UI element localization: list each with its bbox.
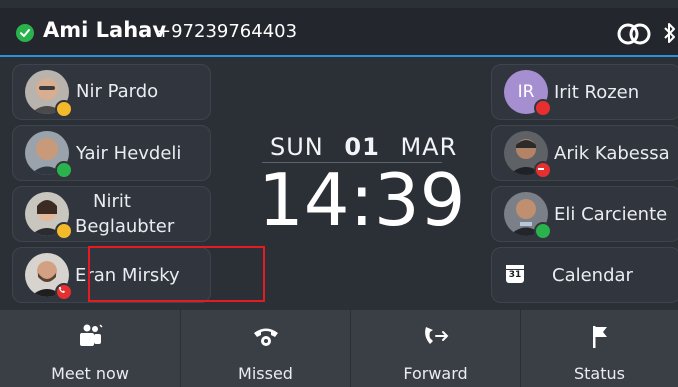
top-status-bar: Ami Lahav +97239764403 (0, 8, 678, 57)
presence-on-call-icon (55, 283, 73, 301)
status-label: Status (574, 364, 625, 383)
contact-name-line2: Beglaubter (75, 216, 175, 237)
speed-dial-nir-pardo[interactable]: Nir Pardo (12, 64, 211, 120)
speed-dial-yair-hevdeli[interactable]: Yair Hevdeli (12, 125, 211, 181)
phone-handset-icon (253, 328, 278, 346)
contact-name: Nir Pardo (76, 81, 159, 102)
missed-calls-label: Missed (238, 364, 293, 383)
calendar-button[interactable]: 31 Calendar (491, 247, 678, 303)
softkey-bar: Meet now Missed Forward Status (0, 310, 678, 387)
contact-name: Arik Kabessa (554, 143, 670, 164)
calendar-icon: 31 (506, 265, 524, 283)
calendar-icon-day: 31 (508, 270, 522, 280)
presence-available-icon (534, 222, 552, 240)
presence-do-not-disturb-icon (534, 161, 552, 179)
user-name: Ami Lahav (43, 18, 167, 42)
speed-dial-arik-kabessa[interactable]: Arik Kabessa (491, 125, 678, 181)
time-display: 14:39 (258, 158, 466, 242)
linked-rings-icon[interactable] (616, 23, 654, 45)
calendar-label: Calendar (552, 265, 633, 286)
forward-button[interactable]: Forward (351, 310, 521, 387)
presence-busy-icon (534, 99, 552, 117)
presence-away-icon (55, 100, 73, 118)
flag-icon (592, 326, 607, 348)
presence-away-icon (55, 222, 73, 240)
day: 01 (344, 133, 380, 161)
meet-now-button[interactable]: Meet now (0, 310, 181, 387)
contact-name: Yair Hevdeli (76, 143, 182, 164)
contact-name-line1: Nirit (93, 191, 131, 212)
contact-name: Eli Carciente (554, 204, 668, 225)
speed-dial-eli-carciente[interactable]: Eli Carciente (491, 186, 678, 242)
contact-name: Irit Rozen (554, 82, 640, 103)
teams-icon (80, 324, 103, 346)
missed-calls-button[interactable]: Missed (181, 310, 351, 387)
weekday: SUN (270, 133, 324, 161)
date-display: SUN 01 MAR (270, 133, 456, 161)
presence-available-icon[interactable] (16, 24, 34, 42)
focus-highlight (88, 246, 265, 302)
forward-label: Forward (403, 364, 468, 383)
status-button[interactable]: Status (521, 310, 678, 387)
presence-available-icon (55, 161, 73, 179)
bluetooth-icon (664, 23, 675, 43)
speed-dial-nirit-beglaubter[interactable]: Nirit Beglaubter (12, 186, 211, 242)
user-number: +97239764403 (156, 21, 298, 42)
speed-dial-irit-rozen[interactable]: IR Irit Rozen (491, 64, 678, 120)
month: MAR (400, 133, 458, 161)
meet-now-label: Meet now (51, 364, 129, 383)
phone-home-screen: Ami Lahav +97239764403 Nir Pardo Yair He… (0, 0, 678, 387)
call-forward-icon (424, 327, 448, 344)
